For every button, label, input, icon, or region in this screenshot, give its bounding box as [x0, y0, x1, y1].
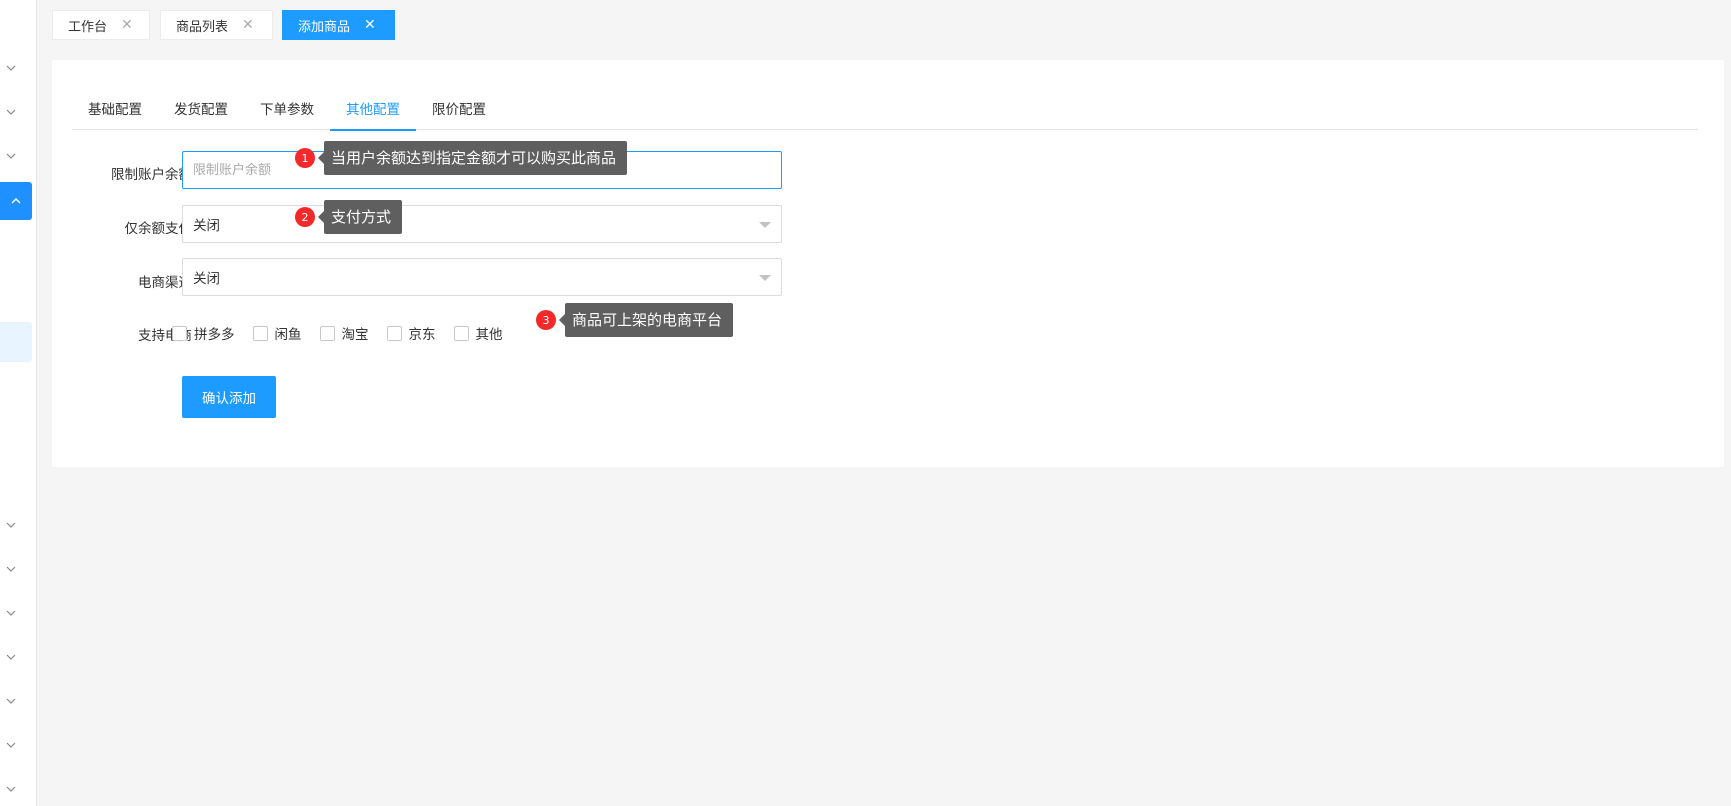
annotation-2: 2 支付方式	[295, 200, 403, 234]
tag-add-product[interactable]: 添加商品 ✕	[282, 10, 395, 40]
chevron-down-icon[interactable]	[4, 61, 18, 75]
close-icon[interactable]: ✕	[364, 18, 376, 32]
checkbox-label: 拼多多	[194, 327, 235, 343]
tag-workbench[interactable]: 工作台 ✕	[52, 10, 150, 40]
annotation-badge: 3	[536, 310, 556, 330]
balance-only-pay-label: 仅余额支付	[124, 221, 193, 237]
chevron-up-icon	[11, 198, 21, 204]
checkbox-label: 闲鱼	[274, 327, 302, 343]
chevron-down-icon[interactable]	[4, 694, 18, 708]
chevron-down-icon[interactable]	[4, 518, 18, 532]
annotation-tooltip: 支付方式	[317, 200, 403, 234]
balance-only-pay-select[interactable]: 关闭	[182, 205, 782, 243]
checkbox-jd[interactable]: 京东	[386, 323, 436, 343]
caret-down-icon	[759, 222, 771, 228]
checkbox-box[interactable]	[453, 325, 469, 341]
checkbox-label: 其他	[475, 327, 503, 343]
tab-other-config[interactable]: 其他配置	[330, 90, 416, 131]
checkbox-taobao[interactable]: 淘宝	[319, 323, 369, 343]
select-value: 关闭	[193, 218, 220, 234]
checkbox-other[interactable]: 其他	[453, 323, 503, 343]
supported-ecom-checkboxes: 拼多多 闲鱼 淘宝 京东 其他	[172, 323, 521, 343]
tag-product-list[interactable]: 商品列表 ✕	[160, 10, 273, 40]
form-card: 基础配置 发货配置 下单参数 其他配置 限价配置 限制账户余额 仅余额支付 关闭…	[52, 60, 1724, 467]
chevron-down-icon[interactable]	[4, 562, 18, 576]
checkbox-box[interactable]	[172, 325, 187, 341]
close-icon[interactable]: ✕	[121, 18, 133, 32]
annotation-tooltip: 商品可上架的电商平台	[558, 303, 734, 337]
checkbox-box[interactable]	[252, 325, 268, 341]
checkbox-xianyu[interactable]: 闲鱼	[252, 323, 302, 343]
tag-label: 工作台	[68, 19, 108, 35]
checkbox-label: 京东	[408, 327, 436, 343]
annotation-1: 1 当用户余额达到指定金额才可以购买此商品	[295, 141, 628, 175]
sidebar-subitem-selected[interactable]	[0, 322, 32, 362]
annotation-tooltip: 当用户余额达到指定金额才可以购买此商品	[317, 141, 628, 175]
annotation-3: 3 商品可上架的电商平台	[536, 303, 734, 337]
checkbox-label: 淘宝	[341, 327, 369, 343]
chevron-down-icon[interactable]	[4, 105, 18, 119]
tab-shipping-config[interactable]: 发货配置	[158, 90, 244, 130]
select-value: 关闭	[193, 271, 220, 287]
confirm-add-button[interactable]: 确认添加	[182, 376, 276, 418]
balance-limit-label: 限制账户余额	[111, 167, 192, 183]
sidebar	[0, 0, 37, 806]
tag-label: 添加商品	[298, 19, 351, 35]
chevron-down-icon[interactable]	[4, 650, 18, 664]
chevron-down-icon[interactable]	[4, 782, 18, 796]
config-tabs: 基础配置 发货配置 下单参数 其他配置 限价配置	[72, 90, 1698, 131]
checkbox-box[interactable]	[319, 325, 335, 341]
caret-down-icon	[759, 275, 771, 281]
ecom-channel-select[interactable]: 关闭	[182, 258, 782, 296]
checkbox-pinduoduo[interactable]: 拼多多	[172, 323, 235, 343]
chevron-down-icon[interactable]	[4, 738, 18, 752]
tag-label: 商品列表	[176, 19, 229, 35]
checkbox-box[interactable]	[386, 325, 402, 341]
chevron-down-icon[interactable]	[4, 606, 18, 620]
annotation-badge: 1	[295, 148, 315, 168]
tab-price-limit-config[interactable]: 限价配置	[416, 90, 502, 130]
tab-basic-config[interactable]: 基础配置	[72, 90, 158, 130]
ecom-channel-label: 电商渠道	[138, 275, 192, 291]
chevron-down-icon[interactable]	[4, 149, 18, 163]
tab-order-params[interactable]: 下单参数	[244, 90, 330, 130]
annotation-badge: 2	[295, 207, 315, 227]
close-icon[interactable]: ✕	[242, 18, 254, 32]
sidebar-item-active[interactable]	[0, 182, 32, 220]
